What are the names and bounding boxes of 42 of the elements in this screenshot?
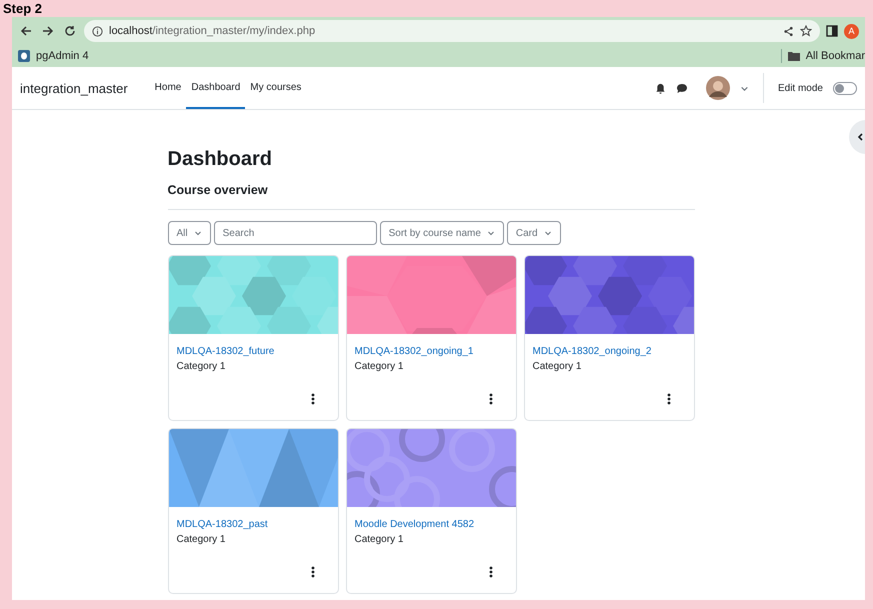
course-category: Category 1	[532, 361, 582, 372]
share-icon[interactable]	[783, 26, 794, 36]
edit-mode-label: Edit mode	[778, 82, 823, 94]
course-link[interactable]: MDLQA-18302_past	[176, 519, 330, 530]
section-heading: Course overview	[168, 183, 269, 197]
all-bookmarks-link[interactable]: All Bookmar	[806, 50, 865, 62]
bookmark-link[interactable]: pgAdmin 4	[36, 50, 89, 62]
search-field[interactable]: Search	[214, 221, 377, 245]
sort-dropdown[interactable]: Sort by course name	[380, 221, 504, 245]
course-category: Category 1	[176, 534, 226, 545]
database-logo-icon	[18, 50, 30, 62]
course-link[interactable]: Moodle Development 4582	[354, 519, 508, 530]
site-name[interactable]: integration_master	[20, 80, 128, 96]
caret-icon	[486, 229, 495, 237]
course-link[interactable]: MDLQA-18302_ongoing_1	[354, 346, 508, 357]
info-icon	[92, 26, 103, 36]
star-icon[interactable]	[800, 25, 812, 37]
page-title: Dashboard	[168, 148, 273, 171]
course-link[interactable]: MDLQA-18302_ongoing_2	[532, 346, 686, 357]
nav-tab[interactable]: Home	[150, 67, 186, 109]
url-host: localhost	[109, 25, 152, 37]
view-dropdown[interactable]: Card	[506, 221, 561, 245]
bell-icon[interactable]	[654, 82, 666, 94]
nav-tab[interactable]: Dashboard	[186, 67, 246, 109]
caret-icon	[544, 229, 552, 237]
caret-icon	[194, 229, 202, 237]
step-label: Step 2	[2, 0, 44, 17]
course-category: Category 1	[176, 361, 226, 372]
grouping-dropdown[interactable]: All	[168, 221, 211, 245]
course-category: Category 1	[354, 534, 404, 545]
address-bar[interactable]: localhost/integration_master/my/index.php	[84, 20, 820, 42]
nav-tab[interactable]: My courses	[245, 67, 306, 109]
edit-mode-switch[interactable]	[833, 82, 857, 94]
profile-avatar[interactable]: A	[844, 24, 859, 38]
chat-icon[interactable]	[676, 82, 688, 94]
user-avatar[interactable]	[706, 76, 730, 100]
course-category: Category 1	[354, 361, 404, 372]
course-link[interactable]: MDLQA-18302_future	[176, 346, 330, 357]
url-path: /integration_master/my/index.php	[152, 25, 316, 37]
folder-icon	[788, 51, 800, 61]
sidebar-icon[interactable]	[826, 25, 838, 37]
chevron-left-icon	[857, 133, 863, 141]
